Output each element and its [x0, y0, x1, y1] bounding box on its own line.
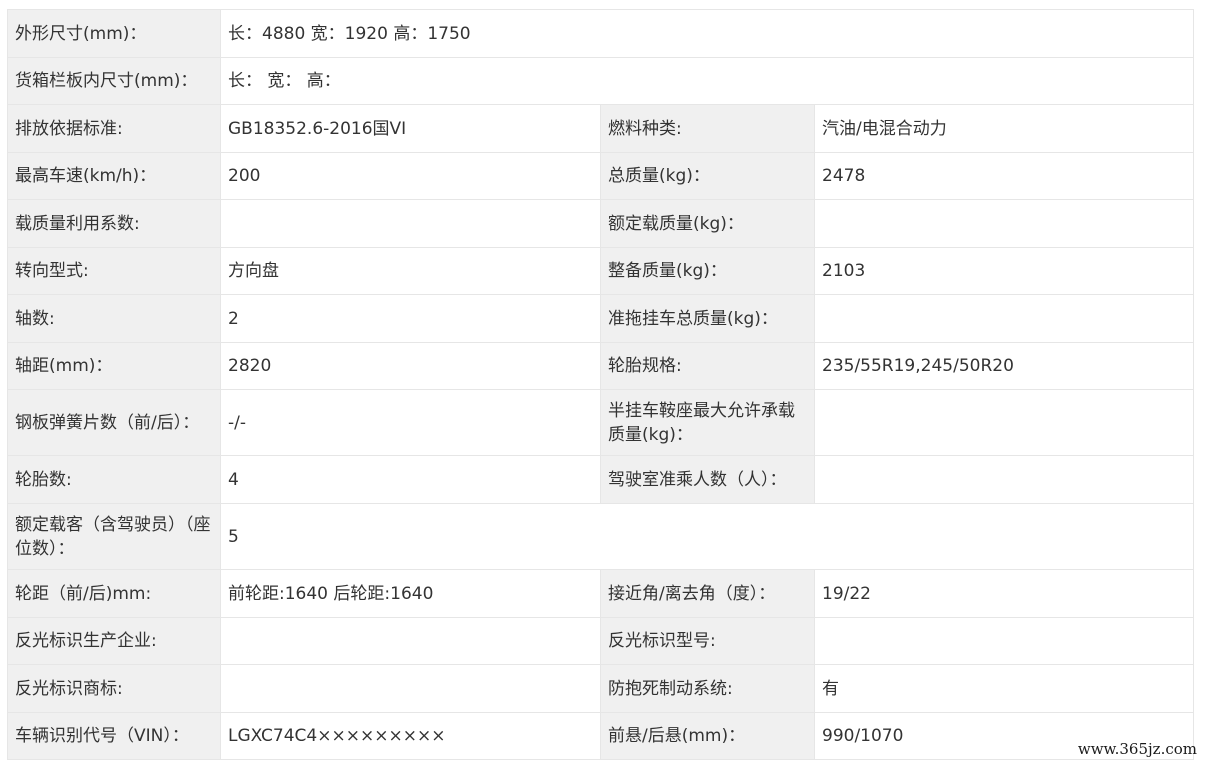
- spec-value: 235/55R19,245/50R20: [813, 342, 1195, 390]
- spec-row: 反光标识生产企业: 反光标识型号:: [7, 617, 1195, 665]
- spec-label: 外形尺寸(mm)：: [7, 9, 221, 58]
- spec-value: [813, 389, 1195, 456]
- spec-label: 总质量(kg)：: [600, 152, 815, 200]
- spec-value: 2: [220, 294, 601, 343]
- spec-row: 货箱栏板内尺寸(mm)： 长： 宽： 高：: [7, 57, 1195, 105]
- spec-value: 有: [813, 664, 1195, 713]
- spec-row: 反光标识商标: 防抱死制动系统: 有: [7, 664, 1195, 713]
- spec-row: 轮距（前/后)mm: 前轮距:1640 后轮距:1640 接近角/离去角（度）：…: [7, 569, 1195, 618]
- spec-value: 方向盘: [220, 247, 601, 295]
- spec-row: 额定载客（含驾驶员）（座位数）： 5: [7, 503, 1195, 570]
- spec-value: 19/22: [813, 569, 1195, 618]
- spec-label: 货箱栏板内尺寸(mm)：: [7, 57, 221, 105]
- site-watermark: www.365jz.com: [1077, 740, 1197, 758]
- spec-value: 2820: [220, 342, 601, 390]
- spec-label: 钢板弹簧片数（前/后）：: [7, 389, 221, 456]
- spec-label: 额定载客（含驾驶员）（座位数）：: [7, 503, 221, 570]
- spec-label: 整备质量(kg)：: [600, 247, 815, 295]
- spec-label: 轮胎规格:: [600, 342, 815, 390]
- spec-value: 2478: [813, 152, 1195, 200]
- spec-value: 2103: [813, 247, 1195, 295]
- vehicle-spec-table: 外形尺寸(mm)： 长：4880 宽：1920 高：1750 货箱栏板内尺寸(m…: [7, 9, 1195, 760]
- spec-value: [220, 617, 601, 665]
- spec-label: 准拖挂车总质量(kg)：: [600, 294, 815, 343]
- spec-label: 轮距（前/后)mm:: [7, 569, 221, 618]
- spec-row: 钢板弹簧片数（前/后）： -/- 半挂车鞍座最大允许承载质量(kg)：: [7, 389, 1195, 456]
- spec-label: 反光标识生产企业:: [7, 617, 221, 665]
- spec-label: 前悬/后悬(mm)：: [600, 712, 815, 760]
- spec-label: 车辆识别代号（VIN）：: [7, 712, 221, 760]
- spec-label: 防抱死制动系统:: [600, 664, 815, 713]
- spec-row: 排放依据标准: GB18352.6-2016国VI 燃料种类: 汽油/电混合动力: [7, 104, 1195, 153]
- spec-label: 额定载质量(kg)：: [600, 199, 815, 248]
- spec-value: 长： 宽： 高：: [219, 57, 1195, 105]
- spec-value: [220, 199, 601, 248]
- spec-value: 长：4880 宽：1920 高：1750: [219, 9, 1195, 58]
- spec-row: 最高车速(km/h)： 200 总质量(kg)： 2478: [7, 152, 1195, 200]
- spec-label: 载质量利用系数:: [7, 199, 221, 248]
- spec-label: 轮胎数:: [7, 455, 221, 504]
- spec-label: 反光标识型号:: [600, 617, 815, 665]
- spec-value: [813, 455, 1195, 504]
- spec-row: 轴数: 2 准拖挂车总质量(kg)：: [7, 294, 1195, 343]
- spec-label: 转向型式:: [7, 247, 221, 295]
- spec-row: 外形尺寸(mm)： 长：4880 宽：1920 高：1750: [7, 9, 1195, 58]
- spec-label: 轴距(mm)：: [7, 342, 221, 390]
- spec-value: GB18352.6-2016国VI: [220, 104, 601, 153]
- spec-label: 接近角/离去角（度）：: [600, 569, 815, 618]
- spec-label: 最高车速(km/h)：: [7, 152, 221, 200]
- spec-label: 半挂车鞍座最大允许承载质量(kg)：: [600, 389, 815, 456]
- spec-value: -/-: [220, 389, 601, 456]
- spec-label: 排放依据标准:: [7, 104, 221, 153]
- spec-row: 载质量利用系数: 额定载质量(kg)：: [7, 199, 1195, 248]
- spec-row: 轮胎数: 4 驾驶室准乘人数（人）：: [7, 455, 1195, 504]
- spec-value: 5: [219, 503, 1195, 570]
- spec-value: LGXC74C4×××××××××: [220, 712, 601, 760]
- spec-label: 轴数:: [7, 294, 221, 343]
- spec-value: [220, 664, 601, 713]
- spec-value: 汽油/电混合动力: [813, 104, 1195, 153]
- spec-value: 200: [220, 152, 601, 200]
- spec-value: [813, 199, 1195, 248]
- spec-value: 4: [220, 455, 601, 504]
- spec-label: 反光标识商标:: [7, 664, 221, 713]
- spec-label: 驾驶室准乘人数（人）：: [600, 455, 815, 504]
- spec-row: 车辆识别代号（VIN）： LGXC74C4××××××××× 前悬/后悬(mm)…: [7, 712, 1195, 760]
- spec-row: 转向型式: 方向盘 整备质量(kg)： 2103: [7, 247, 1195, 295]
- spec-value: 前轮距:1640 后轮距:1640: [220, 569, 601, 618]
- spec-row: 轴距(mm)： 2820 轮胎规格: 235/55R19,245/50R20: [7, 342, 1195, 390]
- spec-value: [813, 294, 1195, 343]
- spec-label: 燃料种类:: [600, 104, 815, 153]
- spec-value: [813, 617, 1195, 665]
